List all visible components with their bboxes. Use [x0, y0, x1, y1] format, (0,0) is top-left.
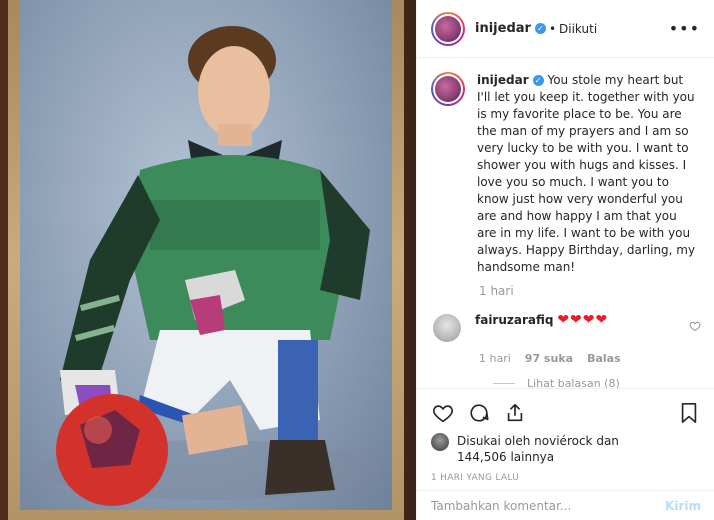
caption-username[interactable]: inijedar [477, 73, 529, 87]
post-actions: Disukai oleh noviérock dan 144,506 lainn… [417, 388, 714, 483]
reply-button[interactable]: Balas [587, 352, 621, 365]
likes-and: dan [596, 434, 619, 448]
follow-button[interactable]: Diikuti [559, 22, 597, 36]
comments-section: inijedar ✓ You stole my heart but I'll le… [417, 58, 714, 388]
more-options-icon[interactable]: ••• [669, 19, 700, 38]
caption-time: 1 hari [479, 284, 514, 298]
commenter-username[interactable]: fairuzarafiq [475, 313, 553, 327]
separator-dot: • [548, 21, 557, 36]
verified-icon: ✓ [532, 75, 544, 86]
likes-summary: Disukai oleh noviérock dan 144,506 lainn… [431, 433, 701, 465]
author-username[interactable]: inijedar [475, 21, 531, 36]
bookmark-icon[interactable] [677, 401, 701, 425]
author-avatar[interactable] [431, 11, 465, 46]
boy-soccer-portrait [40, 26, 380, 506]
post-header: inijedar ✓ • Diikuti ••• [417, 0, 714, 58]
caption: inijedar ✓ You stole my heart but I'll le… [431, 72, 701, 276]
liked-by-label: Disukai oleh [457, 434, 531, 448]
comment-item: fairuzarafiq ❤❤❤❤ [431, 312, 701, 342]
liker-avatar[interactable] [431, 433, 449, 451]
comment-meta: 1 hari 97 suka Balas [479, 352, 701, 365]
heart-outline-icon [689, 321, 701, 332]
heart-icon[interactable] [431, 401, 455, 425]
post-image [20, 0, 392, 510]
add-comment-bar: Kirim [417, 490, 714, 520]
liked-by-user[interactable]: noviérock [534, 434, 592, 448]
post-sidebar: inijedar ✓ • Diikuti ••• inijedar ✓ You s… [416, 0, 714, 520]
comment-likes[interactable]: 97 suka [525, 352, 573, 365]
view-replies[interactable]: Lihat balasan (8) [493, 377, 701, 388]
likes-count[interactable]: 144,506 [457, 450, 507, 464]
verified-icon: ✓ [534, 23, 546, 34]
comment-icon[interactable] [467, 401, 491, 425]
comment-input[interactable] [431, 498, 666, 513]
post-photo[interactable] [0, 0, 416, 520]
caption-body: You stole my heart but I'll let you keep… [477, 73, 696, 274]
post-date[interactable]: 1 HARI YANG LALU [431, 473, 701, 483]
comment-time: 1 hari [479, 352, 511, 365]
likes-others[interactable]: lainnya [510, 450, 554, 464]
comment-text: ❤❤❤❤ [557, 312, 609, 328]
comment-like-icon[interactable] [689, 320, 701, 336]
commenter-avatar[interactable] [433, 314, 461, 342]
share-icon[interactable] [503, 401, 527, 425]
view-replies-label[interactable]: Lihat balasan (8) [527, 377, 620, 388]
caption-text: inijedar ✓ You stole my heart but I'll le… [477, 72, 697, 276]
caption-avatar[interactable] [431, 72, 465, 106]
post-comment-button[interactable]: Kirim [665, 499, 701, 513]
